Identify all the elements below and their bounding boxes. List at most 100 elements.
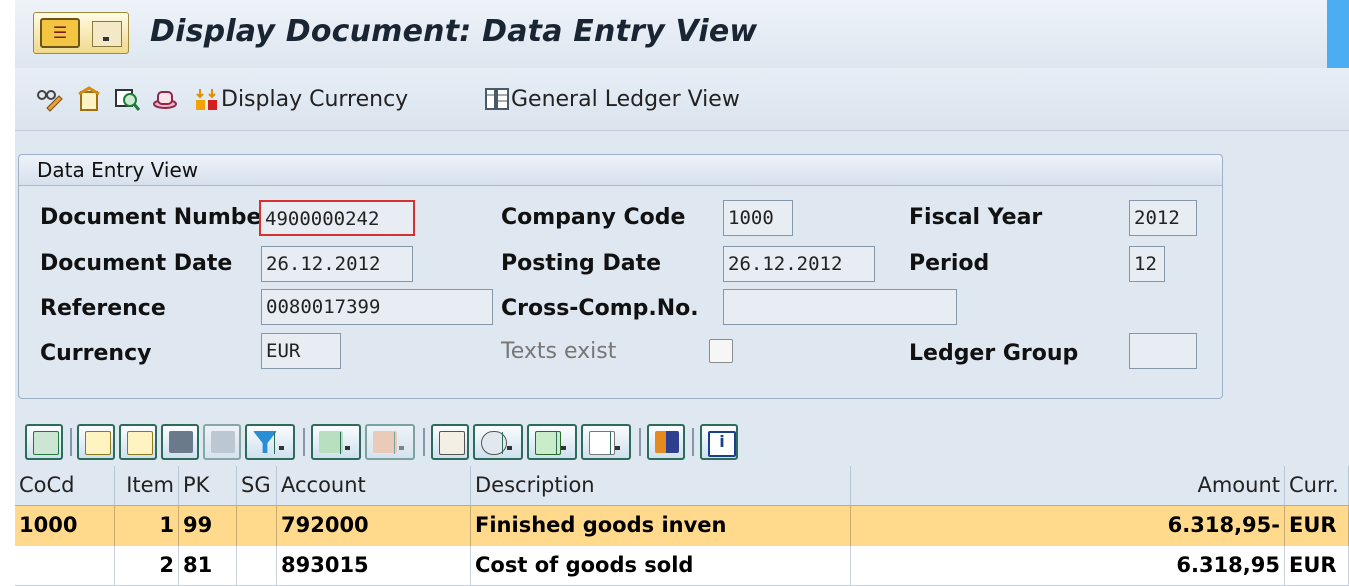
cell-cocd: 1000 — [15, 506, 115, 546]
cell-sg — [237, 546, 277, 586]
change-display-button[interactable] — [35, 84, 63, 114]
currency-field[interactable]: EUR — [261, 333, 341, 369]
grid-header: CoCd Item PK SG Account Description Amou… — [15, 466, 1349, 506]
display-currency-button[interactable]: Display Currency — [193, 84, 408, 114]
subtotal-dropdown-arrow-icon[interactable] — [394, 432, 409, 454]
magnifier-icon — [33, 431, 59, 455]
column-header-sg[interactable]: SG — [237, 466, 277, 506]
column-header-account[interactable]: Account — [277, 466, 471, 506]
subtotal-button[interactable] — [365, 424, 415, 460]
ledger-grid-icon — [483, 86, 511, 112]
cell-item: 2 — [115, 546, 179, 586]
toolbar-separator — [692, 428, 694, 456]
table-row[interactable]: 1000 1 99 792000 Finished goods inven 6.… — [15, 506, 1349, 547]
ledger-group-field[interactable] — [1129, 333, 1197, 369]
cell-description: Finished goods inven — [471, 506, 851, 546]
line-items-grid: CoCd Item PK SG Account Description Amou… — [15, 466, 1349, 586]
magnifier-list-icon — [113, 86, 141, 112]
cell-item: 1 — [115, 506, 179, 546]
document-date-label: Document Date — [40, 251, 233, 276]
details-button[interactable] — [25, 424, 63, 460]
posting-date-label: Posting Date — [501, 251, 662, 276]
column-header-cocd[interactable]: CoCd — [15, 466, 115, 506]
cell-sg — [237, 506, 277, 546]
total-dropdown-arrow-icon[interactable] — [340, 432, 355, 454]
title-bar: ☰ Display Document: Data Entry View — [15, 0, 1349, 69]
printer-icon — [439, 431, 465, 455]
views-button[interactable] — [473, 424, 523, 460]
glasses-pencil-icon — [35, 86, 63, 112]
menu-icon: ☰ — [40, 18, 80, 48]
toolbar-separator — [423, 428, 425, 456]
document-number-field[interactable]: 4900000242 — [259, 200, 415, 236]
views-dropdown-arrow-icon[interactable] — [502, 432, 517, 454]
cell-curr: EUR — [1285, 506, 1349, 546]
toolbar-separator — [639, 428, 641, 456]
texts-exist-label: Texts exist — [501, 339, 617, 364]
texts-exist-checkbox[interactable] — [709, 339, 733, 363]
cell-account: 792000 — [277, 506, 471, 546]
sort-descending-button[interactable] — [119, 424, 157, 460]
company-code-field[interactable]: 1000 — [723, 200, 793, 236]
toolbar-separator — [70, 428, 72, 456]
export-dropdown-arrow-icon[interactable] — [556, 432, 571, 454]
column-header-curr[interactable]: Curr. — [1285, 466, 1349, 506]
taxes-button[interactable] — [151, 84, 179, 114]
fiscal-year-field[interactable]: 2012 — [1129, 200, 1197, 236]
window-edge — [1327, 0, 1349, 68]
cell-description: Cost of goods sold — [471, 546, 851, 586]
application-toolbar: Display Currency General Ledger View — [15, 68, 1349, 131]
find-button[interactable] — [161, 424, 199, 460]
menu-button[interactable]: ☰ — [33, 12, 129, 54]
cross-comp-field[interactable] — [723, 289, 957, 325]
page-title: Display Document: Data Entry View — [150, 14, 758, 49]
menu-dropdown-arrow-icon[interactable] — [92, 21, 122, 47]
layout-dropdown-arrow-icon[interactable] — [610, 432, 625, 454]
title-left-margin — [0, 0, 15, 68]
frame-title: Data Entry View — [19, 155, 1222, 186]
sort-descending-icon — [127, 431, 153, 455]
binoculars-icon — [169, 431, 193, 453]
reference-field[interactable]: 0080017399 — [261, 289, 493, 325]
fiscal-year-label: Fiscal Year — [909, 205, 1043, 230]
total-button[interactable] — [311, 424, 361, 460]
column-header-amount[interactable]: Amount — [851, 466, 1285, 506]
info-icon: i — [708, 431, 736, 457]
filter-dropdown-arrow-icon[interactable] — [274, 432, 289, 454]
find-next-button[interactable] — [203, 424, 241, 460]
cell-cocd — [15, 546, 115, 586]
cell-amount: 6.318,95- — [851, 506, 1285, 546]
cell-pk: 99 — [179, 506, 237, 546]
posting-date-field[interactable]: 26.12.2012 — [723, 246, 875, 282]
column-header-description[interactable]: Description — [471, 466, 851, 506]
ledger-group-label: Ledger Group — [909, 341, 1079, 366]
general-ledger-view-label: General Ledger View — [511, 86, 740, 112]
document-number-label: Document Numbe — [40, 205, 262, 230]
layout-button[interactable] — [581, 424, 631, 460]
sort-ascending-button[interactable] — [77, 424, 115, 460]
filter-button[interactable] — [245, 424, 295, 460]
graphic-button[interactable] — [647, 424, 685, 460]
cell-amount: 6.318,95 — [851, 546, 1285, 586]
toolbar-separator — [303, 428, 305, 456]
cell-pk: 81 — [179, 546, 237, 586]
information-button[interactable]: i — [700, 424, 738, 460]
table-row[interactable]: 2 81 893015 Cost of goods sold 6.318,95 … — [15, 546, 1349, 586]
document-date-field[interactable]: 26.12.2012 — [261, 246, 413, 282]
period-field[interactable]: 12 — [1129, 246, 1165, 282]
column-header-pk[interactable]: PK — [179, 466, 237, 506]
column-header-item[interactable]: Item — [115, 466, 179, 506]
document-icon — [75, 86, 103, 112]
hat-icon — [151, 86, 179, 112]
data-entry-frame: Data Entry View Document Numbe 490000024… — [18, 154, 1223, 399]
cell-curr: EUR — [1285, 546, 1349, 586]
reference-label: Reference — [40, 296, 166, 321]
print-preview-button[interactable] — [431, 424, 469, 460]
general-ledger-view-button[interactable]: General Ledger View — [483, 84, 740, 114]
bar-chart-icon — [655, 431, 679, 453]
display-overview-button[interactable] — [113, 84, 141, 114]
export-button[interactable] — [527, 424, 577, 460]
sort-ascending-icon — [85, 431, 111, 455]
cell-account: 893015 — [277, 546, 471, 586]
other-document-button[interactable] — [75, 84, 103, 114]
